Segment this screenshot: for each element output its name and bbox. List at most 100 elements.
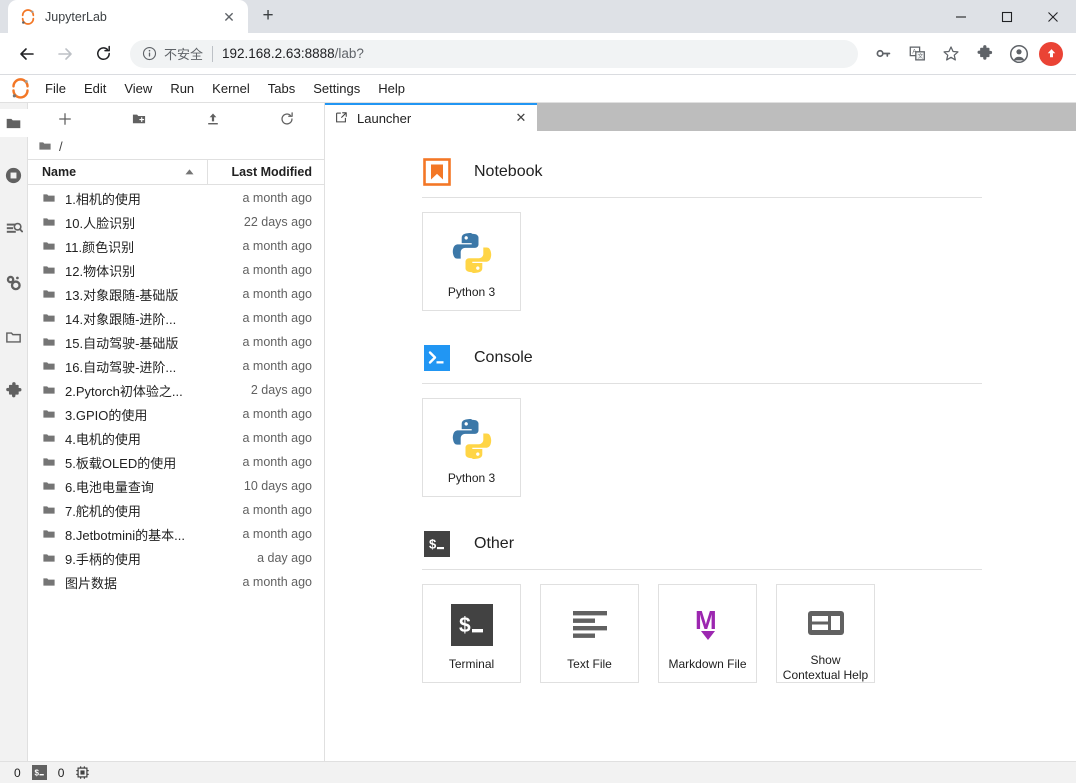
file-list-item-modified: a month ago — [242, 407, 313, 421]
file-list-item-modified: a month ago — [242, 527, 313, 541]
back-icon[interactable] — [12, 39, 42, 69]
refresh-button[interactable] — [250, 106, 324, 132]
menu-kernel[interactable]: Kernel — [203, 76, 259, 102]
launcher-card-show-contextual-help[interactable]: Show Contextual Help — [776, 584, 875, 683]
file-list-item[interactable]: 1.相机的使用 a month ago — [28, 186, 324, 210]
new-launcher-button[interactable] — [28, 106, 102, 132]
svg-text:M: M — [695, 605, 717, 635]
terminals-count[interactable]: 0 — [14, 766, 21, 780]
browser-tab[interactable]: JupyterLab ✕ — [8, 0, 248, 33]
svg-text:$: $ — [34, 769, 39, 778]
folder-icon — [42, 359, 56, 373]
upload-button[interactable] — [176, 106, 250, 132]
notebook-bookmark-icon — [422, 157, 452, 187]
menu-view[interactable]: View — [115, 76, 161, 102]
sidebar-item-extension-manager[interactable] — [0, 377, 28, 405]
file-list-item[interactable]: 12.物体识别 a month ago — [28, 258, 324, 282]
cpu-chip-icon[interactable] — [75, 765, 90, 780]
section-divider — [422, 197, 982, 198]
launcher-section-console: Console Python 3 — [422, 343, 1076, 497]
file-list-item-name: 10.人脸识别 — [65, 215, 136, 231]
file-list-item[interactable]: 2.Pytorch初体验之... 2 days ago — [28, 378, 324, 402]
launcher-card-label: Python 3 — [447, 471, 496, 485]
file-list-item[interactable]: 图片数据 a month ago — [28, 570, 324, 594]
info-circle-icon[interactable] — [142, 46, 157, 61]
window-controls — [938, 0, 1076, 33]
password-key-icon[interactable] — [869, 40, 897, 68]
menu-settings[interactable]: Settings — [304, 76, 369, 102]
launcher-card-markdown-file[interactable]: M Markdown File — [658, 584, 757, 683]
menu-run[interactable]: Run — [161, 76, 203, 102]
column-header-name[interactable]: Name — [28, 160, 208, 184]
section-divider — [422, 569, 982, 570]
sidebar-item-open-tabs[interactable] — [0, 323, 28, 351]
file-list-item-modified: a month ago — [242, 359, 313, 373]
sidebar-item-property-inspector[interactable] — [0, 269, 28, 297]
close-icon[interactable]: ✕ — [513, 110, 529, 126]
file-list-item[interactable]: 16.自动驾驶-进阶... a month ago — [28, 354, 324, 378]
address-bar[interactable]: 不安全 192.168.2.63:8888/lab? — [130, 39, 858, 68]
launcher-card-label: Terminal — [448, 657, 495, 671]
reload-icon[interactable] — [88, 39, 118, 69]
file-list-item-name: 15.自动驾驶-基础版 — [65, 335, 179, 351]
launcher-card-terminal[interactable]: $ Terminal — [422, 584, 521, 683]
folder-icon — [42, 239, 56, 253]
file-list-item[interactable]: 11.颜色识别 a month ago — [28, 234, 324, 258]
maximize-icon[interactable] — [984, 0, 1030, 33]
menu-edit[interactable]: Edit — [75, 76, 115, 102]
menu-help[interactable]: Help — [369, 76, 414, 102]
bookmark-star-icon[interactable] — [937, 40, 965, 68]
file-list-item-name: 9.手柄的使用 — [65, 551, 141, 567]
kernels-count[interactable]: 0 — [58, 766, 65, 780]
breadcrumb-root[interactable]: / — [59, 139, 63, 154]
column-header-last-modified[interactable]: Last Modified — [208, 165, 324, 179]
console-prompt-icon — [422, 343, 452, 373]
jupyter-activity-bar — [0, 103, 28, 761]
sidebar-item-commands[interactable] — [0, 215, 28, 243]
file-list-item[interactable]: 10.人脸识别 22 days ago — [28, 210, 324, 234]
browser-titlebar: JupyterLab ✕ + — [0, 0, 1076, 33]
tab-launcher-label: Launcher — [357, 110, 412, 126]
file-list-item-modified: 2 days ago — [250, 383, 312, 397]
tab-launcher[interactable]: Launcher ✕ — [325, 103, 537, 131]
terminal-dollar-icon[interactable]: $ — [31, 765, 47, 780]
python-logo-icon — [446, 227, 498, 279]
translate-icon[interactable]: A 文 — [903, 40, 931, 68]
chrome-update-icon[interactable] — [1039, 41, 1063, 66]
file-list-item[interactable]: 8.Jetbotmini的基本... a month ago — [28, 522, 324, 546]
file-list-item[interactable]: 15.自动驾驶-基础版 a month ago — [28, 330, 324, 354]
file-list-item-name: 2.Pytorch初体验之... — [65, 383, 183, 399]
menu-file[interactable]: File — [36, 76, 75, 102]
folder-icon — [42, 191, 56, 205]
profile-avatar-icon[interactable] — [1005, 40, 1033, 68]
omnibox-divider — [212, 45, 214, 62]
new-folder-button[interactable] — [102, 106, 176, 132]
menu-tabs[interactable]: Tabs — [259, 76, 304, 102]
minimize-icon[interactable] — [938, 0, 984, 33]
launcher-card-notebook-python3[interactable]: Python 3 — [422, 212, 521, 311]
sidebar-item-file-browser[interactable] — [0, 109, 28, 137]
python-logo-icon — [446, 413, 498, 465]
file-list-item-name: 3.GPIO的使用 — [65, 407, 148, 423]
terminal-dollar-icon: $ — [446, 599, 498, 651]
file-list-item[interactable]: 5.板载OLED的使用 a month ago — [28, 450, 324, 474]
file-list-item[interactable]: 7.舵机的使用 a month ago — [28, 498, 324, 522]
file-list-item[interactable]: 9.手柄的使用 a day ago — [28, 546, 324, 570]
launcher-card-console-python3[interactable]: Python 3 — [422, 398, 521, 497]
file-list-item[interactable]: 13.对象跟随-基础版 a month ago — [28, 282, 324, 306]
file-list-item[interactable]: 6.电池电量查询 10 days ago — [28, 474, 324, 498]
file-list-item[interactable]: 4.电机的使用 a month ago — [28, 426, 324, 450]
forward-icon[interactable] — [50, 39, 80, 69]
file-list-item[interactable]: 3.GPIO的使用 a month ago — [28, 402, 324, 426]
breadcrumb[interactable]: / — [28, 133, 324, 159]
new-tab-button[interactable]: + — [254, 2, 282, 30]
close-icon[interactable]: ✕ — [220, 8, 238, 26]
close-window-icon[interactable] — [1030, 0, 1076, 33]
extensions-puzzle-icon[interactable] — [971, 40, 999, 68]
launcher-card-text-file[interactable]: Text File — [540, 584, 639, 683]
launcher-section-title: Console — [474, 349, 533, 366]
launcher-section-title: Other — [474, 535, 515, 552]
sidebar-item-running-kernels[interactable] — [0, 161, 28, 189]
file-list-item-modified: 10 days ago — [243, 479, 312, 493]
file-list-item[interactable]: 14.对象跟随-进阶... a month ago — [28, 306, 324, 330]
